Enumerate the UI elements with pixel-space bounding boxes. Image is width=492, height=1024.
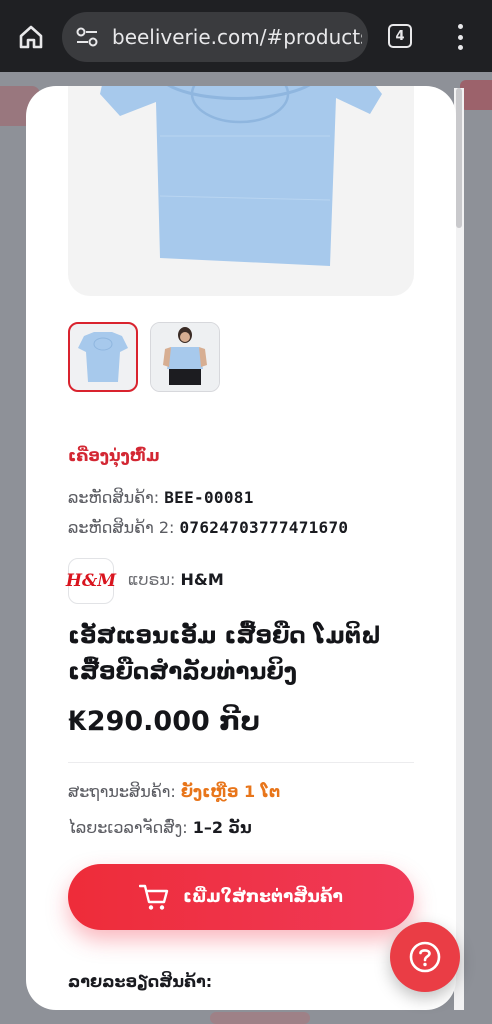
url-text[interactable]: beeliverie.com/#products-s (112, 25, 362, 49)
add-to-cart-button[interactable]: ເພີ່ມໃສ່ກະຕ່າສິນຄ້າ (68, 864, 414, 930)
product-price: ₭290.000 ກີບ (68, 706, 261, 737)
cart-icon (139, 884, 169, 910)
product-detail-modal: ເຄື່ອງນຸ່ງຫົ່ມ ລະຫັດສິນຄ້າ: BEE-00081 ລະ… (26, 86, 456, 1010)
stock-status: ສະຖານະສິນຄ້າ: ຍັງເຫຼືອ 1 ໂຕ (68, 782, 280, 801)
scrollbar-thumb[interactable] (456, 88, 462, 228)
product-thumbnail-1[interactable] (68, 322, 138, 392)
divider (68, 762, 414, 763)
product-title: ເອັສແອນເອັມ ເສື້ອຍືດ ໂມຕິຟ ເສື້ອຍືດສຳລັບ… (68, 623, 382, 685)
add-to-cart-label: ເພີ່ມໃສ່ກະຕ່າສິນຄ້າ (183, 887, 343, 907)
stock-value: ຍັງເຫຼືອ 1 ໂຕ (180, 782, 281, 801)
brand-value[interactable]: H&M (180, 570, 223, 589)
product-code-2: ລະຫັດສິນຄ້າ 2: 07624703777471670 (68, 518, 348, 537)
more-menu-icon[interactable] (448, 22, 472, 52)
delivery-value: 1–2 ວັນ (192, 818, 252, 837)
product-category-link[interactable]: ເຄື່ອງນຸ່ງຫົ່ມ (68, 446, 160, 465)
stock-label: ສະຖານະສິນຄ້າ: (68, 782, 176, 801)
help-button[interactable] (390, 922, 460, 992)
product-code-label: ລະຫັດສິນຄ້າ: (68, 488, 160, 507)
browser-toolbar: beeliverie.com/#products-s 4 (0, 0, 492, 72)
background-element (210, 1012, 310, 1024)
brand-label: ແບຣນ: (128, 570, 176, 589)
tab-switcher-button[interactable]: 4 (388, 24, 412, 48)
description-heading: ລາຍລະອຽດສິນຄ້າ: (68, 972, 213, 991)
product-code: ລະຫັດສິນຄ້າ: BEE-00081 (68, 488, 254, 507)
delivery-label: ໄລຍະເວລາຈັດສົ່ງ: (68, 818, 188, 837)
brand-info: ແບຣນ: H&M (128, 570, 224, 589)
product-thumbnail-2[interactable] (150, 322, 220, 392)
background-element (460, 80, 492, 110)
address-bar[interactable]: beeliverie.com/#products-s (62, 12, 368, 62)
home-icon[interactable] (14, 20, 48, 54)
product-code-2-value: 07624703777471670 (179, 518, 349, 537)
brand-logo[interactable]: H&M (66, 558, 116, 604)
product-main-image[interactable] (68, 86, 414, 296)
delivery-time: ໄລຍະເວລາຈັດສົ່ງ: 1–2 ວັນ (68, 818, 252, 837)
question-icon (409, 941, 441, 973)
product-code-value: BEE-00081 (164, 488, 254, 507)
site-settings-icon[interactable] (76, 26, 98, 48)
product-code-2-label: ລະຫັດສິນຄ້າ 2: (68, 518, 175, 537)
